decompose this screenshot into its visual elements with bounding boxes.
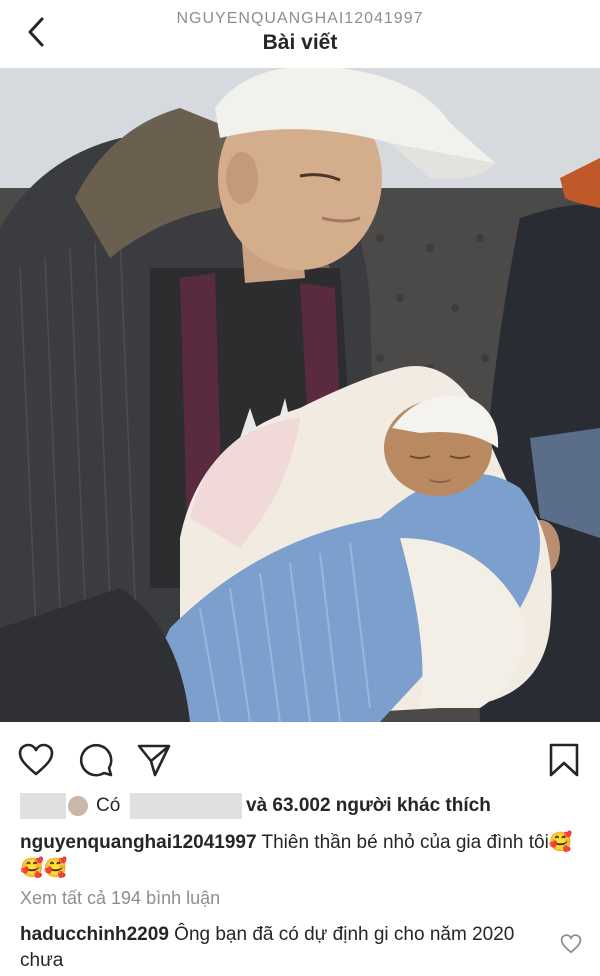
header-username: NGUYENQUANGHAI12041997	[176, 10, 424, 27]
caption-username[interactable]: nguyenquanghai12041997	[20, 832, 257, 853]
top-header: NGUYENQUANGHAI12041997 Bài viết	[0, 0, 600, 68]
comment-button[interactable]	[76, 740, 116, 780]
comment-icon	[79, 743, 113, 777]
like-button[interactable]	[16, 740, 56, 780]
comment-item: haducchinh2209 Ông bạn đã có dự định gi …	[20, 922, 540, 974]
comment-like-button[interactable]	[560, 934, 582, 956]
view-all-comments-link[interactable]: Xem tất cả 194 bình luận	[20, 888, 220, 909]
post-image	[0, 68, 600, 722]
post-photo[interactable]	[0, 68, 600, 722]
likes-summary[interactable]: Có và 63.002 người khác thích	[20, 790, 580, 824]
small-heart-icon	[560, 934, 582, 954]
page-title: Bài viết	[262, 31, 338, 54]
redacted-avatar	[20, 793, 66, 819]
share-button[interactable]	[134, 740, 174, 780]
share-icon	[137, 744, 171, 777]
likes-count-text: và 63.002 người khác thích	[246, 795, 491, 816]
avatar	[66, 794, 90, 818]
post-caption: nguyenquanghai12041997 Thiên thần bé nhỏ…	[20, 830, 580, 882]
likes-prefix: Có	[96, 795, 121, 816]
heart-icon	[18, 743, 54, 776]
bookmark-button[interactable]	[544, 740, 584, 780]
comment-username[interactable]: haducchinh2209	[20, 924, 169, 945]
redacted-username	[130, 793, 242, 819]
action-bar	[0, 722, 600, 790]
bookmark-icon	[549, 743, 579, 777]
